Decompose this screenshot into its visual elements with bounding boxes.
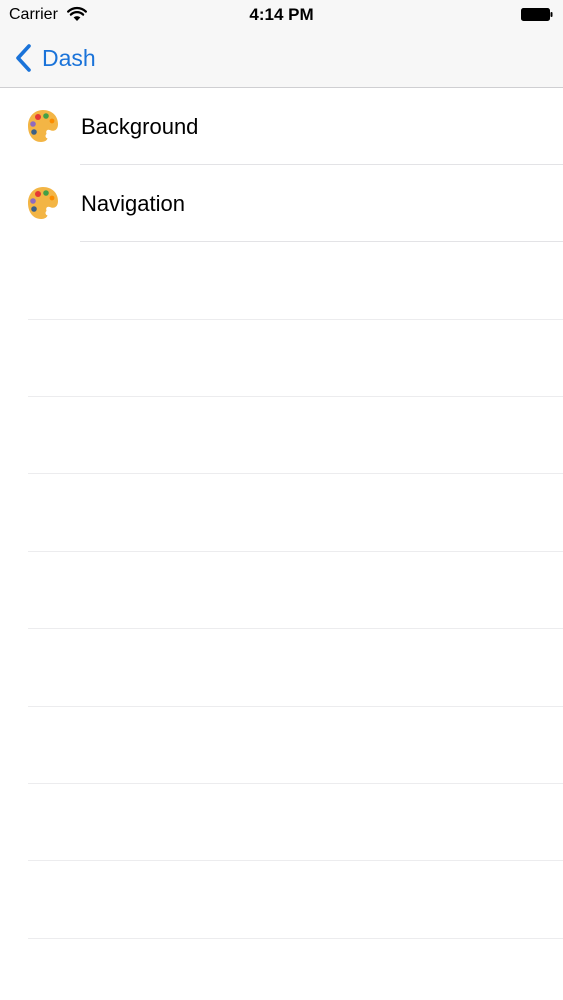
empty-row-divider — [28, 628, 563, 629]
list-item-label: Background — [81, 114, 199, 139]
chevron-left-icon — [16, 44, 31, 72]
back-button[interactable]: Dash — [14, 41, 96, 75]
empty-row-divider — [28, 551, 563, 552]
empty-row-divider — [28, 473, 563, 474]
navigation-bar: Dash — [0, 30, 563, 88]
palette-icon — [28, 110, 58, 142]
empty-row-divider — [28, 396, 563, 397]
battery-full-icon — [521, 8, 553, 21]
back-button-label: Dash — [42, 45, 96, 71]
status-bar: Carrier 4:14 PM — [0, 0, 563, 30]
list-item-background[interactable]: Background — [0, 88, 563, 165]
row-divider — [80, 241, 563, 242]
status-time: 4:14 PM — [249, 5, 314, 24]
list-item-navigation[interactable]: Navigation — [0, 165, 563, 242]
palette-icon — [28, 187, 58, 219]
empty-row-divider — [28, 938, 563, 939]
settings-list: Background Navigation — [0, 88, 563, 242]
list-item-label: Navigation — [81, 191, 185, 216]
empty-row-divider — [28, 783, 563, 784]
empty-row-divider — [28, 860, 563, 861]
empty-row-divider — [28, 319, 563, 320]
empty-row-divider — [28, 706, 563, 707]
